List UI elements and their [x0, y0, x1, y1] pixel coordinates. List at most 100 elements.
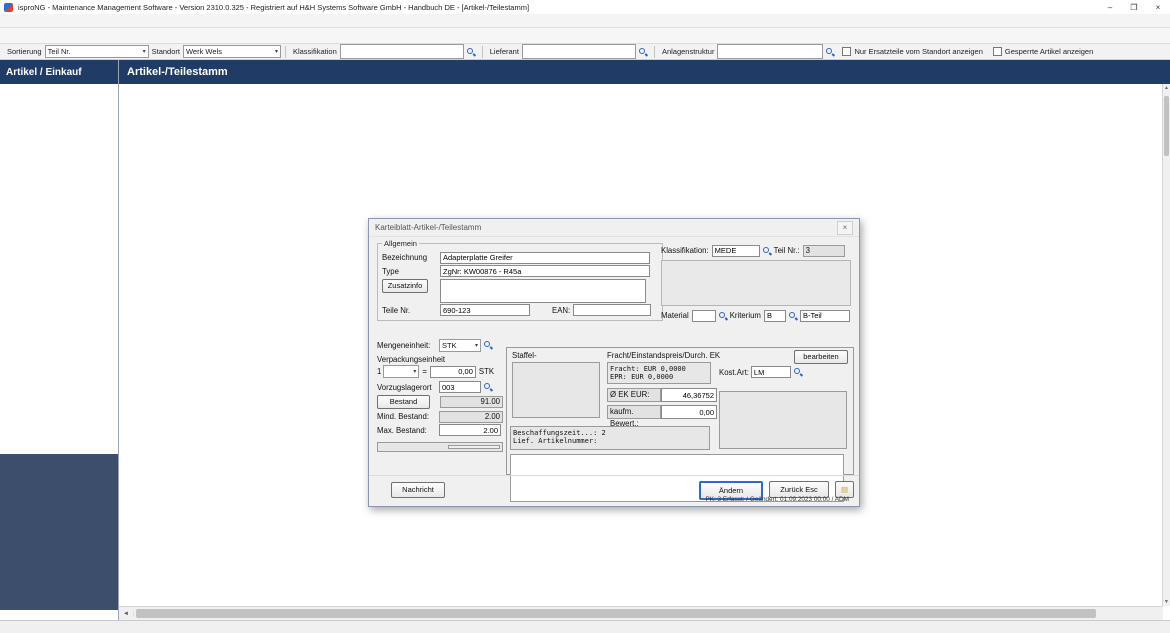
- classification-tree[interactable]: [661, 260, 851, 306]
- scroll-down-icon[interactable]: ▼: [1163, 599, 1170, 605]
- oek-field[interactable]: [661, 388, 717, 402]
- sidebar-list: [0, 84, 118, 454]
- anlagenstruktur-input[interactable]: [717, 44, 823, 59]
- kriterium-text-field[interactable]: [800, 310, 850, 322]
- oek-label: Ø EK EUR:: [607, 388, 661, 402]
- epr-line: EPR: EUR 0,0000: [610, 373, 708, 381]
- klassifikation-label: Klassifikation: [293, 47, 337, 56]
- staffel-label: Staffel-: [512, 351, 537, 360]
- quantity-panel: Mengeneinheit: STK▾ Verpackungseinheit 1…: [377, 337, 503, 452]
- kaufm-field[interactable]: [661, 405, 717, 419]
- klassifikation-label: Klassifikation:: [661, 246, 709, 255]
- nachricht-button[interactable]: Nachricht: [391, 482, 445, 498]
- lieferant-input[interactable]: [522, 44, 636, 59]
- beschaffungszeit-line: Beschaffungszeit...: 2: [513, 429, 707, 437]
- teilenr-field[interactable]: [440, 304, 530, 316]
- vorzugslagerort-label: Vorzugslagerort: [377, 383, 439, 392]
- bestand-value: 91.00: [440, 396, 503, 408]
- vorzugslagerort-field[interactable]: [439, 381, 481, 393]
- verpackungseinheit-label: Verpackungseinheit: [377, 355, 445, 364]
- toolbar: [0, 28, 1170, 44]
- sidebar: Artikel / Einkauf: [0, 60, 119, 620]
- ve-prefix: 1: [377, 367, 381, 376]
- staffel-box: [512, 362, 600, 418]
- zusatzinfo-button[interactable]: Zusatzinfo: [382, 279, 428, 293]
- scroll-up-icon[interactable]: ▲: [1163, 85, 1170, 91]
- window-titlebar: isproNG - Maintenance Management Softwar…: [0, 0, 1170, 15]
- klassifikation-input[interactable]: [340, 44, 464, 59]
- material-field[interactable]: [692, 310, 716, 322]
- klassifikation-group: Klassifikation: Teil Nr.: 3 Material Kri…: [661, 243, 851, 339]
- search-icon[interactable]: [483, 340, 493, 350]
- max-bestand-label: Max. Bestand:: [377, 426, 439, 435]
- ean-field[interactable]: [573, 304, 651, 316]
- minimize-icon[interactable]: –: [1098, 1, 1122, 14]
- dialog-titlebar[interactable]: Karteiblatt-Artikel-/Teilestamm ×: [369, 219, 859, 237]
- search-icon[interactable]: [466, 47, 476, 57]
- mind-bestand-label: Mind. Bestand:: [377, 412, 439, 421]
- filter-bar: Sortierung Teil Nr.▾ Standort Werk Wels▾…: [0, 44, 1170, 60]
- standort-combobox[interactable]: Werk Wels▾: [183, 45, 281, 58]
- app-icon: [4, 3, 13, 12]
- mengeneinheit-combobox[interactable]: STK▾: [439, 339, 481, 352]
- search-icon[interactable]: [793, 367, 803, 377]
- kostart-label: Kost.Art:: [719, 368, 749, 377]
- horizontal-scrollbar[interactable]: ◄: [119, 606, 1163, 620]
- ve-combobox[interactable]: ▾: [383, 365, 419, 378]
- lief-artikelnummer-line: Lief. Artikelnummer:: [513, 437, 707, 445]
- show-locked-articles-checkbox[interactable]: Gesperrte Artikel anzeigen: [993, 47, 1093, 56]
- search-icon[interactable]: [825, 47, 835, 57]
- max-bestand-field[interactable]: [439, 424, 501, 436]
- lieferant-label: Lieferant: [490, 47, 519, 56]
- stock-summary-box: [377, 442, 503, 452]
- vertical-scrollbar[interactable]: ▲ ▼: [1162, 84, 1170, 606]
- search-icon[interactable]: [788, 311, 798, 321]
- mengeneinheit-label: Mengeneinheit:: [377, 341, 439, 350]
- fracht-line: Fracht: EUR 0,0000: [610, 365, 708, 373]
- bearbeiten-button[interactable]: bearbeiten: [794, 350, 848, 364]
- search-icon[interactable]: [483, 382, 493, 392]
- ve-equals: =: [422, 367, 427, 376]
- bestand-button[interactable]: Bestand: [377, 395, 430, 409]
- kaufm-label: kaufm. Bewert.:: [607, 405, 661, 419]
- search-icon[interactable]: [762, 246, 772, 256]
- zusatzinfo-textarea[interactable]: [440, 279, 646, 303]
- window-title: isproNG - Maintenance Management Softwar…: [18, 3, 529, 12]
- scrollbar-thumb[interactable]: [1164, 96, 1169, 156]
- material-label: Material: [661, 311, 689, 320]
- einkauf-tab-panel: Staffel- Fracht/Einstandspreis/Durch. EK…: [506, 347, 854, 475]
- scrollbar-thumb[interactable]: [136, 609, 1096, 618]
- ve-value-field[interactable]: [430, 366, 476, 378]
- scroll-left-icon[interactable]: ◄: [119, 611, 134, 617]
- mind-bestand-value: 2.00: [439, 411, 503, 423]
- bezeichnung-label: Bezeichnung: [382, 253, 440, 262]
- maximize-icon[interactable]: ❐: [1122, 1, 1146, 14]
- standort-label: Standort: [152, 47, 180, 56]
- record-audit-info: PK: 3 Erfasst: / Geändert: 01.09.2023 00…: [705, 496, 849, 503]
- close-icon[interactable]: ×: [837, 221, 853, 235]
- dialog-tabs: [506, 333, 852, 347]
- ean-label: EAN:: [552, 306, 570, 315]
- procurement-box: Beschaffungszeit...: 2 Lief. Artikelnumm…: [510, 426, 710, 450]
- allgemein-legend: Allgemein: [382, 239, 419, 248]
- kriterium-field[interactable]: [764, 310, 786, 322]
- anlagenstruktur-label: Anlagenstruktur: [662, 47, 715, 56]
- kostart-field[interactable]: [751, 366, 791, 378]
- search-icon[interactable]: [718, 311, 728, 321]
- teilnr-readonly: 3: [803, 245, 845, 257]
- page-title: Artikel-/Teilestamm: [119, 60, 1170, 84]
- klassifikation-field[interactable]: [712, 245, 760, 257]
- dialog-footer: Nachricht Ändern Zurück Esc ▤ PK: 3 Erfa…: [369, 475, 859, 507]
- karteiblatt-dialog: Karteiblatt-Artikel-/Teilestamm × Allgem…: [368, 218, 860, 507]
- fracht-box: Fracht: EUR 0,0000 EPR: EUR 0,0000: [607, 362, 711, 384]
- status-bar: [0, 620, 1170, 633]
- type-field[interactable]: [440, 265, 650, 277]
- allgemein-group: Allgemein Bezeichnung Type Zusatzinfo Te…: [377, 239, 663, 321]
- bezeichnung-field[interactable]: [440, 252, 650, 264]
- only-spareparts-checkbox[interactable]: Nur Ersatzteile vom Standort anzeigen: [842, 47, 982, 56]
- close-icon[interactable]: ×: [1146, 1, 1170, 14]
- search-icon[interactable]: [638, 47, 648, 57]
- sort-combobox[interactable]: Teil Nr.▾: [45, 45, 149, 58]
- dialog-title: Karteiblatt-Artikel-/Teilestamm: [375, 223, 481, 232]
- sort-label: Sortierung: [7, 47, 42, 56]
